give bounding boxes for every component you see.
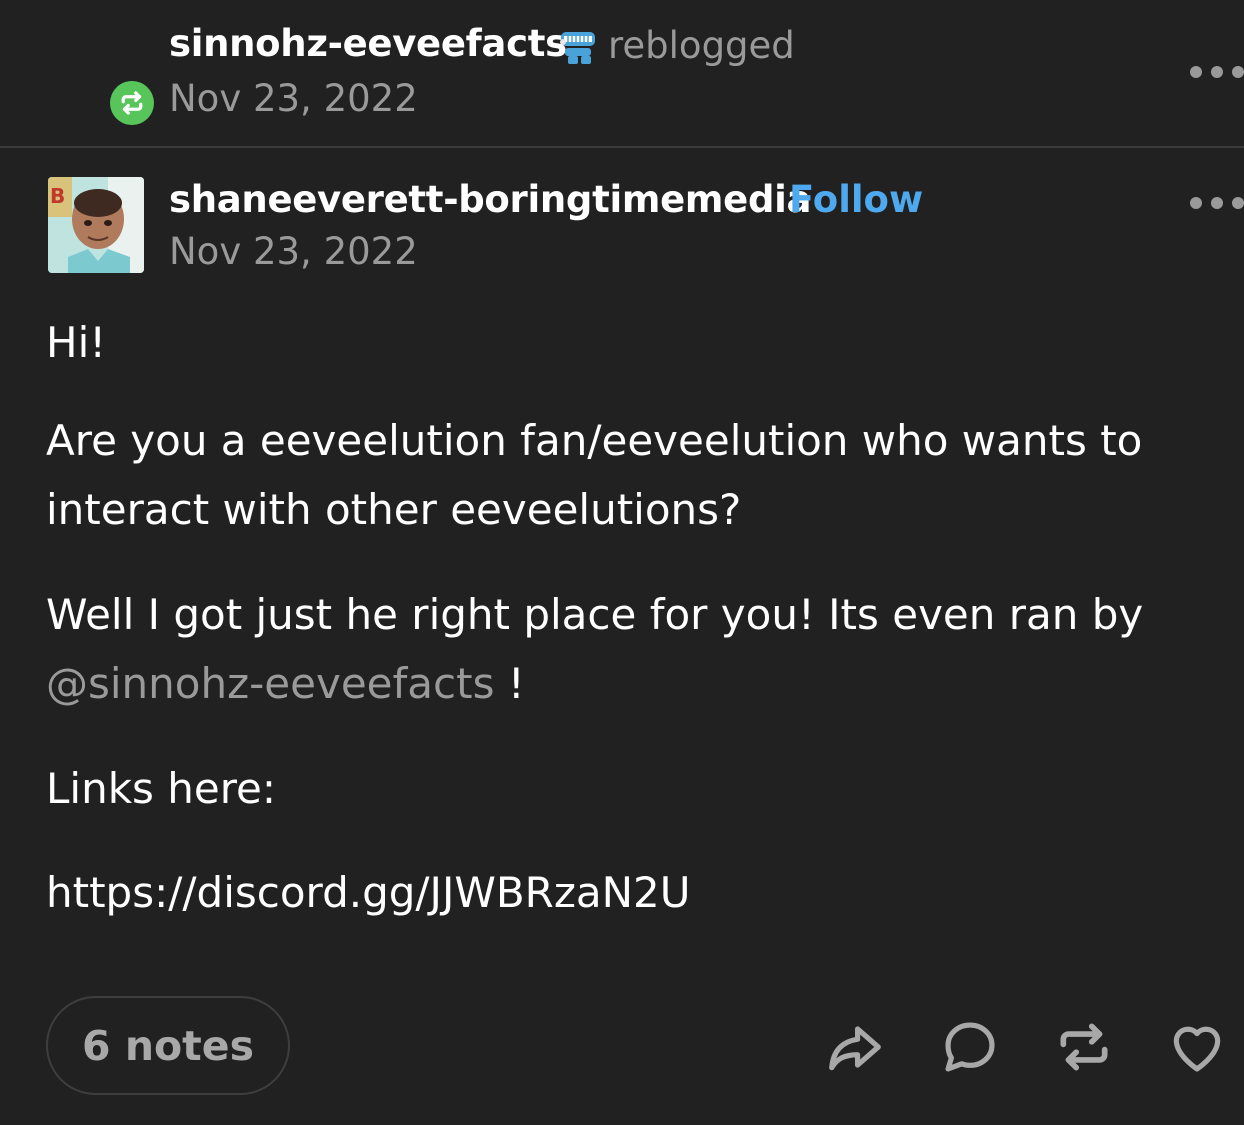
mention-link[interactable]: @sinnohz-eeveefacts — [46, 659, 495, 708]
reblog-icon — [110, 81, 154, 125]
post-more-options-icon[interactable] — [1190, 195, 1244, 211]
svg-text:B: B — [50, 184, 65, 208]
comment-icon[interactable] — [939, 1016, 1001, 1078]
post-promo-text: Well I got just he right place for you! … — [46, 590, 1144, 639]
like-heart-icon[interactable] — [1166, 1016, 1228, 1078]
tumblr-post-page: sinnohz-eeveefacts reblogged Nov 23, 202… — [0, 0, 1244, 1125]
post-greeting: Hi! — [46, 318, 107, 367]
reblog-action-icon[interactable] — [1053, 1016, 1115, 1078]
post-promo-paragraph: Well I got just he right place for you! … — [46, 580, 1216, 718]
reblog-date: Nov 23, 2022 — [169, 77, 418, 120]
post-date: Nov 23, 2022 — [169, 230, 418, 273]
header-divider — [0, 146, 1244, 148]
reblog-header: sinnohz-eeveefacts reblogged Nov 23, 202… — [0, 0, 1244, 146]
discord-link[interactable]: https://discord.gg/JJWBRzaN2U — [46, 858, 691, 927]
reblogger-username[interactable]: sinnohz-eeveefacts — [169, 22, 567, 65]
chattering-teeth-badge-icon — [555, 28, 599, 68]
share-icon[interactable] — [824, 1016, 886, 1078]
post-promo-end: ! — [494, 659, 525, 708]
links-label: Links here: — [46, 764, 277, 813]
follow-button[interactable]: Follow — [789, 178, 923, 221]
post-author-username[interactable]: shaneeverett-boringtimemedia — [169, 178, 812, 221]
post-question: Are you a eeveelution fan/eeveelution wh… — [46, 416, 1143, 534]
avatar[interactable]: B — [48, 177, 144, 273]
reblogged-label: reblogged — [608, 24, 795, 67]
notes-button[interactable]: 6 notes — [46, 996, 290, 1095]
more-options-icon[interactable] — [1190, 64, 1244, 80]
